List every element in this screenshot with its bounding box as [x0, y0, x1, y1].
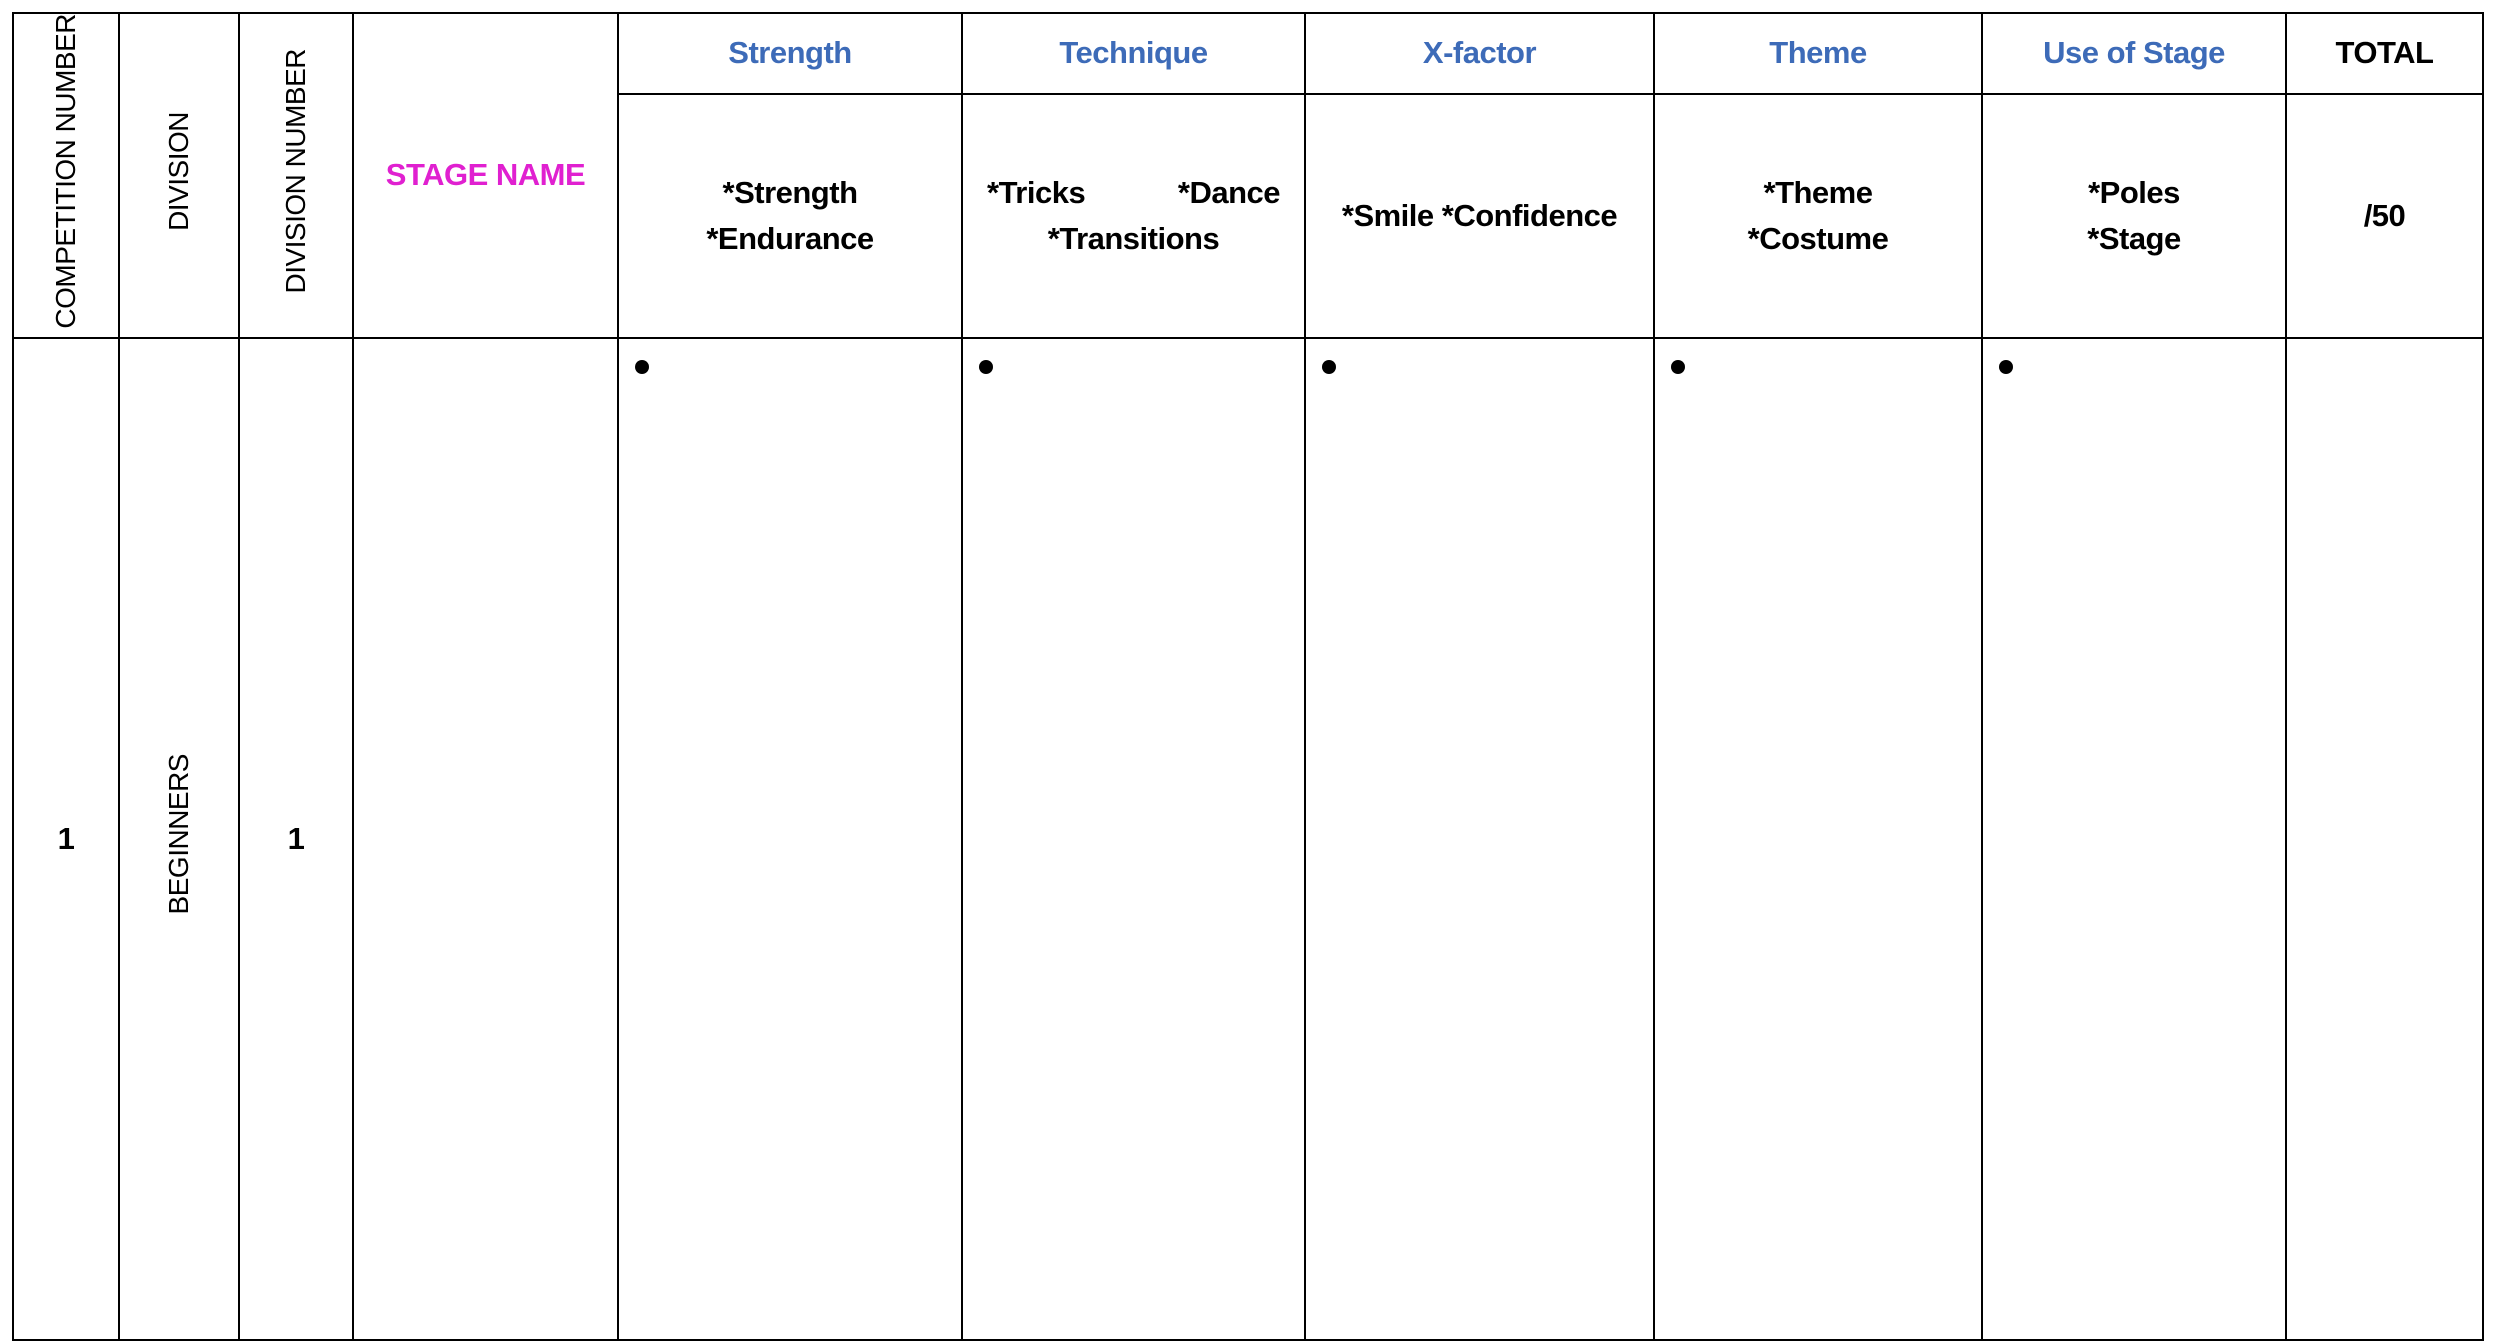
criteria-x-factor: *Smile *Confidence [1304, 92, 1655, 339]
bullet-icon [979, 359, 993, 374]
category-use-of-stage: Use of Stage [1981, 12, 2287, 95]
bullet-icon [1671, 359, 1685, 374]
division-number-cell: 1 [238, 336, 354, 1341]
criteria-item: *Dance [1177, 174, 1281, 210]
category-strength: Strength [617, 12, 963, 95]
use-of-stage-notes-cell[interactable] [1981, 336, 2287, 1341]
criteria-theme: *Theme *Costume [1653, 92, 1983, 339]
stage-name-header: STAGE NAME [352, 12, 619, 339]
bullet-icon [635, 359, 649, 374]
division-number-header: DIVISION NUMBER [238, 12, 354, 339]
criteria-item: *Stage [2087, 220, 2181, 256]
criteria-item: *Endurance [706, 220, 874, 256]
criteria-use-of-stage: *Poles *Stage [1981, 92, 2287, 339]
criteria-item: *Theme [1763, 174, 1873, 210]
criteria-item: *Costume [1747, 220, 1889, 256]
x-factor-notes-cell[interactable] [1304, 336, 1655, 1341]
total-header: TOTAL [2285, 12, 2484, 95]
criteria-item: *Smile *Confidence [1341, 197, 1618, 233]
criteria-technique: *Tricks *Dance *Transitions [961, 92, 1306, 339]
criteria-strength: *Strength *Endurance [617, 92, 963, 339]
total-max: /50 [2285, 92, 2484, 339]
category-theme: Theme [1653, 12, 1983, 95]
competition-number-header: COMPETITION NUMBER [12, 12, 120, 339]
theme-notes-cell[interactable] [1653, 336, 1983, 1341]
criteria-item: *Transitions [1047, 220, 1220, 256]
technique-notes-cell[interactable] [961, 336, 1306, 1341]
criteria-item: *Poles [2088, 174, 2180, 210]
strength-notes-cell[interactable] [617, 336, 963, 1341]
stage-name-cell[interactable] [352, 336, 619, 1341]
division-cell: BEGINNERS [118, 336, 240, 1341]
competition-number-cell: 1 [12, 336, 120, 1341]
criteria-item: *Tricks [987, 174, 1086, 210]
bullet-icon [1322, 359, 1336, 374]
category-technique: Technique [961, 12, 1306, 95]
score-sheet-table: COMPETITION NUMBER DIVISION DIVISION NUM… [12, 12, 2484, 1341]
bullet-icon [1999, 359, 2013, 374]
criteria-item: *Strength [722, 174, 859, 210]
category-x-factor: X-factor [1304, 12, 1655, 95]
table-row: 1 BEGINNERS 1 [12, 336, 2484, 1341]
total-cell[interactable] [2285, 336, 2484, 1341]
division-header: DIVISION [118, 12, 240, 339]
